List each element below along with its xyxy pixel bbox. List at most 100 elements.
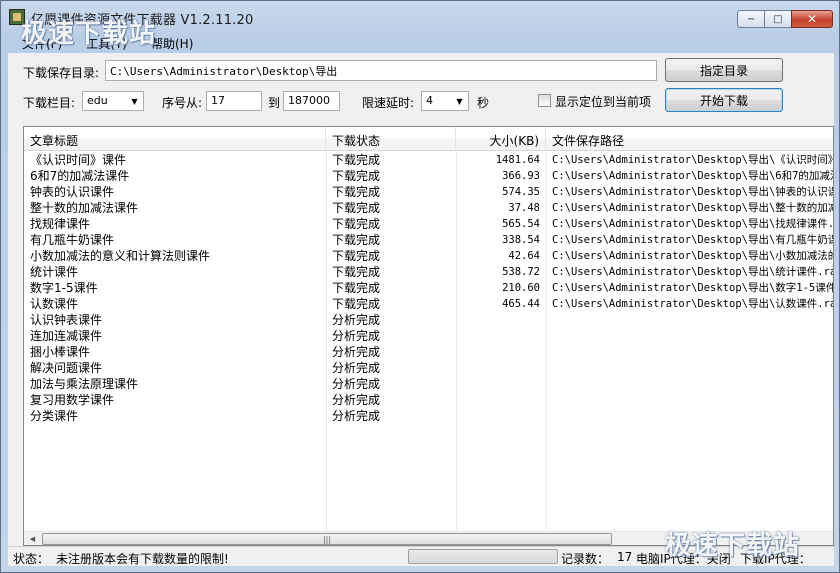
delay-select[interactable]: 4 ▼	[421, 91, 469, 111]
cell-path	[546, 392, 833, 408]
table-row[interactable]: 整十数的加减法课件 下载完成 37.48 C:\Users\Administrator…	[24, 200, 833, 216]
column-select[interactable]: edu ▼	[82, 91, 144, 111]
seq-from-input[interactable]: 17	[206, 91, 262, 111]
cell-path	[546, 344, 833, 360]
cell-status: 分析完成	[332, 361, 381, 375]
table-body: 《认识时间》课件下载完成 1481.64 C:\Users\Administrato…	[24, 152, 834, 424]
cell-title: 复习用数学课件	[30, 393, 115, 407]
cell-path	[546, 312, 833, 328]
header-size[interactable]: 大小(KB)	[456, 127, 546, 151]
download-list[interactable]: 文章标题 下载状态 大小(KB) 文件保存路径 《认识时间》课件下载完成 1481…	[23, 126, 834, 546]
cell-path: C:\Users\Administrator\Desktop\导出\钟表的认识课	[552, 186, 834, 198]
cell-status: 分析完成	[332, 409, 381, 423]
cell-status: 分析完成	[332, 329, 381, 343]
main-panel: 下载保存目录: C:\Users\Administrator\Desktop\导…	[8, 53, 834, 547]
maximize-button[interactable]: □	[764, 10, 791, 28]
minimize-button[interactable]: −	[737, 10, 764, 28]
cell-title: 有几瓶牛奶课件	[30, 233, 115, 247]
table-row[interactable]: 《认识时间》课件 下载完成 1481.64 C:\Users\Administrato…	[24, 152, 833, 168]
menu-file[interactable]: 文件(F)	[8, 33, 72, 53]
table-row[interactable]: 小数加减法的意义和计算法则课件 下载完成 42.64 C:\Users\Adminis…	[24, 248, 833, 264]
cell-title: 认识钟表课件	[30, 313, 103, 327]
cell-path: C:\Users\Administrator\Desktop\导出\数字1-5课…	[552, 282, 834, 294]
locate-checkbox[interactable]	[538, 94, 551, 107]
cell-size: 37.48	[508, 202, 540, 214]
close-button[interactable]: ✕	[791, 10, 833, 28]
menu-help[interactable]: 帮助(H)	[137, 33, 203, 53]
cell-title: 捆小棒课件	[30, 345, 91, 359]
table-row[interactable]: 复习用数学课件 分析完成	[24, 392, 833, 408]
seq-to-input[interactable]: 187000	[283, 91, 340, 111]
header-title[interactable]: 文章标题	[24, 127, 326, 151]
cell-title: 数字1-5课件	[30, 281, 98, 295]
save-dir-input[interactable]: C:\Users\Administrator\Desktop\导出	[105, 60, 657, 81]
choose-dir-button[interactable]: 指定目录	[665, 58, 783, 82]
locate-checkbox-label[interactable]: 显示定位到当前项	[555, 93, 651, 110]
cell-title: 钟表的认识课件	[30, 185, 115, 199]
cell-size: 465.44	[502, 298, 540, 310]
header-path[interactable]: 文件保存路径	[546, 127, 833, 151]
table-row[interactable]: 连加连减课件 分析完成	[24, 328, 833, 344]
table-row[interactable]: 找规律课件 下载完成 565.54 C:\Users\Administrator\De…	[24, 216, 834, 232]
window-controls: − □ ✕	[737, 10, 833, 28]
menu-bar: 文件(F) 工具(T) 帮助(H)	[8, 33, 834, 53]
cell-title: 整十数的加减法课件	[30, 201, 139, 215]
delay-unit: 秒	[477, 96, 490, 110]
chevron-down-icon: ▼	[131, 96, 138, 106]
scroll-left-icon[interactable]: ◀	[24, 532, 41, 545]
cell-size	[456, 344, 546, 360]
cell-size	[456, 312, 546, 328]
records-label: 记录数：	[561, 552, 610, 566]
save-dir-label: 下载保存目录:	[23, 66, 100, 80]
delay-select-value: 4	[426, 94, 433, 107]
cell-size: 1481.64	[495, 154, 540, 166]
table-row[interactable]: 认数课件 下载完成 465.44 C:\Users\Administrator\Des…	[24, 296, 834, 312]
table-header: 文章标题 下载状态 大小(KB) 文件保存路径	[24, 127, 833, 151]
cell-status: 分析完成	[332, 313, 381, 327]
cell-title: 《认识时间》课件	[30, 153, 127, 167]
cell-path: C:\Users\Administrator\Desktop\导出\找规律课件.…	[552, 218, 834, 230]
table-row[interactable]: 6和7的加减法课件 下载完成 366.93 C:\Users\Administrato…	[24, 168, 834, 184]
cell-size	[456, 328, 546, 344]
cell-path	[546, 376, 833, 392]
title-bar[interactable]: 亿愿课件资源文件下载器 V1.2.11.20 − □ ✕	[1, 1, 839, 31]
cell-status: 下载完成	[332, 249, 381, 263]
table-row[interactable]: 钟表的认识课件 下载完成 574.35 C:\Users\Administrator\…	[24, 184, 834, 200]
cell-size	[456, 376, 546, 392]
horizontal-scrollbar[interactable]: ◀ |||	[24, 531, 833, 545]
cell-path: C:\Users\Administrator\Desktop\导出\认数课件.r…	[552, 298, 834, 310]
cell-status: 分析完成	[332, 377, 381, 391]
records-count: 17	[617, 550, 633, 564]
cell-status: 下载完成	[332, 297, 381, 311]
cell-title: 解决问题课件	[30, 361, 103, 375]
start-download-button[interactable]: 开始下载	[665, 88, 783, 112]
table-row[interactable]: 加法与乘法原理课件 分析完成	[24, 376, 833, 392]
table-row[interactable]: 解决问题课件 分析完成	[24, 360, 833, 376]
cell-size: 338.54	[502, 234, 540, 246]
header-status[interactable]: 下载状态	[326, 127, 456, 151]
status-message: 未注册版本会有下载数量的限制!	[56, 552, 229, 566]
table-row[interactable]: 数字1-5课件 下载完成 210.60 C:\Users\Administrator\…	[24, 280, 834, 296]
cell-title: 统计课件	[30, 265, 79, 279]
table-row[interactable]: 分类课件 分析完成	[24, 408, 833, 424]
menu-tools[interactable]: 工具(T)	[72, 33, 137, 53]
cell-title: 认数课件	[30, 297, 79, 311]
cell-path: C:\Users\Administrator\Desktop\导出\统计课件.r…	[552, 266, 834, 278]
table-row[interactable]: 捆小棒课件 分析完成	[24, 344, 833, 360]
scrollbar-thumb[interactable]: |||	[42, 533, 612, 545]
download-proxy-status: 下载IP代理：	[740, 552, 811, 566]
table-row[interactable]: 有几瓶牛奶课件 下载完成 338.54 C:\Users\Administrator\…	[24, 232, 833, 248]
table-row[interactable]: 统计课件 下载完成 538.72 C:\Users\Administrator\Des…	[24, 264, 834, 280]
window-title: 亿愿课件资源文件下载器 V1.2.11.20	[31, 13, 254, 28]
cell-status: 下载完成	[332, 265, 381, 279]
cell-status: 分析完成	[332, 345, 381, 359]
cell-size	[456, 360, 546, 376]
cell-title: 连加连减课件	[30, 329, 103, 343]
cell-status: 下载完成	[332, 217, 381, 231]
cell-title: 找规律课件	[30, 217, 91, 231]
cell-status: 下载完成	[332, 185, 381, 199]
cell-status: 下载完成	[332, 201, 381, 215]
cell-path: C:\Users\Administrator\Desktop\导出\6和7的加减…	[552, 170, 834, 182]
table-row[interactable]: 认识钟表课件 分析完成	[24, 312, 833, 328]
cell-size	[456, 392, 546, 408]
